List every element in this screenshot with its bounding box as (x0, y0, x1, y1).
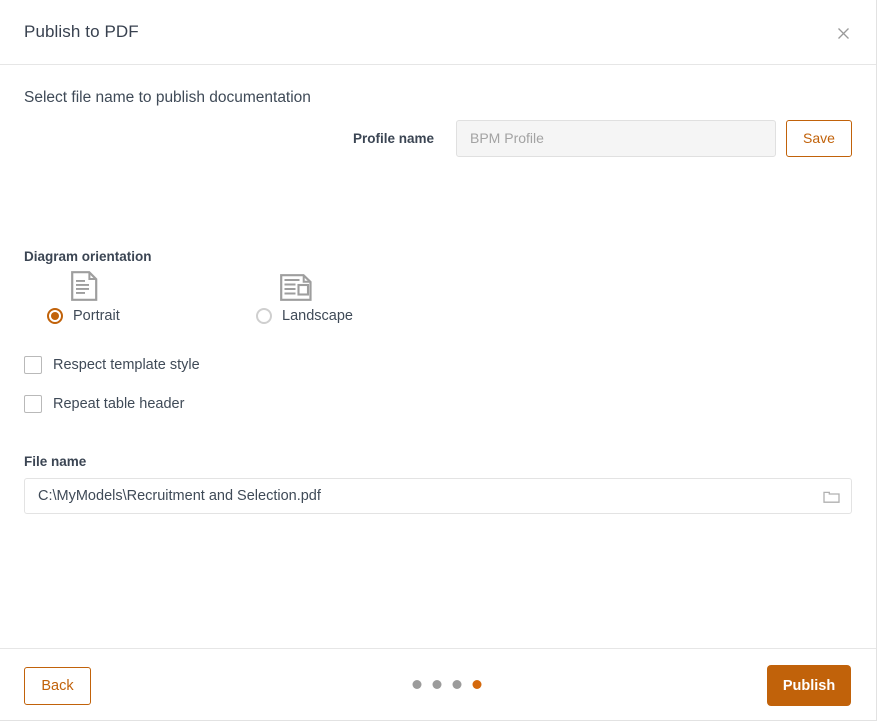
landscape-document-icon (280, 269, 456, 301)
publish-to-pdf-dialog: Publish to PDF Select file name to publi… (0, 0, 877, 721)
checkbox-repeat-table-header[interactable] (24, 395, 42, 413)
section-intro-text: Select file name to publish documentatio… (24, 89, 311, 106)
publish-button[interactable]: Publish (767, 665, 851, 706)
radio-landscape[interactable] (256, 308, 272, 324)
diagram-orientation-label: Diagram orientation (24, 249, 152, 264)
dialog-title: Publish to PDF (24, 22, 139, 41)
step-dot-2[interactable] (432, 680, 442, 689)
close-icon[interactable] (830, 20, 856, 46)
orientation-option-portrait-label: Portrait (73, 308, 120, 324)
step-indicator (412, 680, 482, 689)
step-dot-4[interactable] (472, 680, 482, 689)
option-repeat-table-header[interactable]: Repeat table header (24, 395, 184, 413)
dialog-header: Publish to PDF (0, 0, 876, 65)
save-profile-button[interactable]: Save (786, 119, 852, 157)
option-respect-template-style-label: Respect template style (53, 357, 200, 373)
dialog-footer: Back Publish (0, 648, 876, 720)
step-dot-1[interactable] (412, 680, 422, 689)
orientation-option-landscape-label: Landscape (282, 308, 353, 324)
file-name-input[interactable] (25, 479, 811, 513)
portrait-document-icon (71, 269, 247, 301)
option-repeat-table-header-label: Repeat table header (53, 396, 185, 412)
checkbox-respect-template-style[interactable] (24, 356, 42, 374)
option-respect-template-style[interactable]: Respect template style (24, 356, 200, 374)
step-dot-3[interactable] (452, 680, 462, 689)
radio-portrait[interactable] (47, 308, 63, 324)
folder-icon[interactable] (811, 479, 851, 513)
orientation-option-landscape[interactable]: Landscape (256, 269, 456, 324)
file-name-label: File name (24, 454, 87, 469)
dialog-body: Select file name to publish documentatio… (0, 65, 876, 648)
profile-name-label: Profile name (352, 130, 434, 146)
back-button[interactable]: Back (24, 667, 91, 705)
diagram-orientation-group: Portrait Landscape (24, 269, 524, 331)
profile-name-input[interactable] (456, 119, 776, 157)
profile-name-row: Profile name Save (24, 119, 852, 157)
orientation-option-portrait[interactable]: Portrait (47, 269, 247, 324)
file-name-field (24, 478, 852, 514)
